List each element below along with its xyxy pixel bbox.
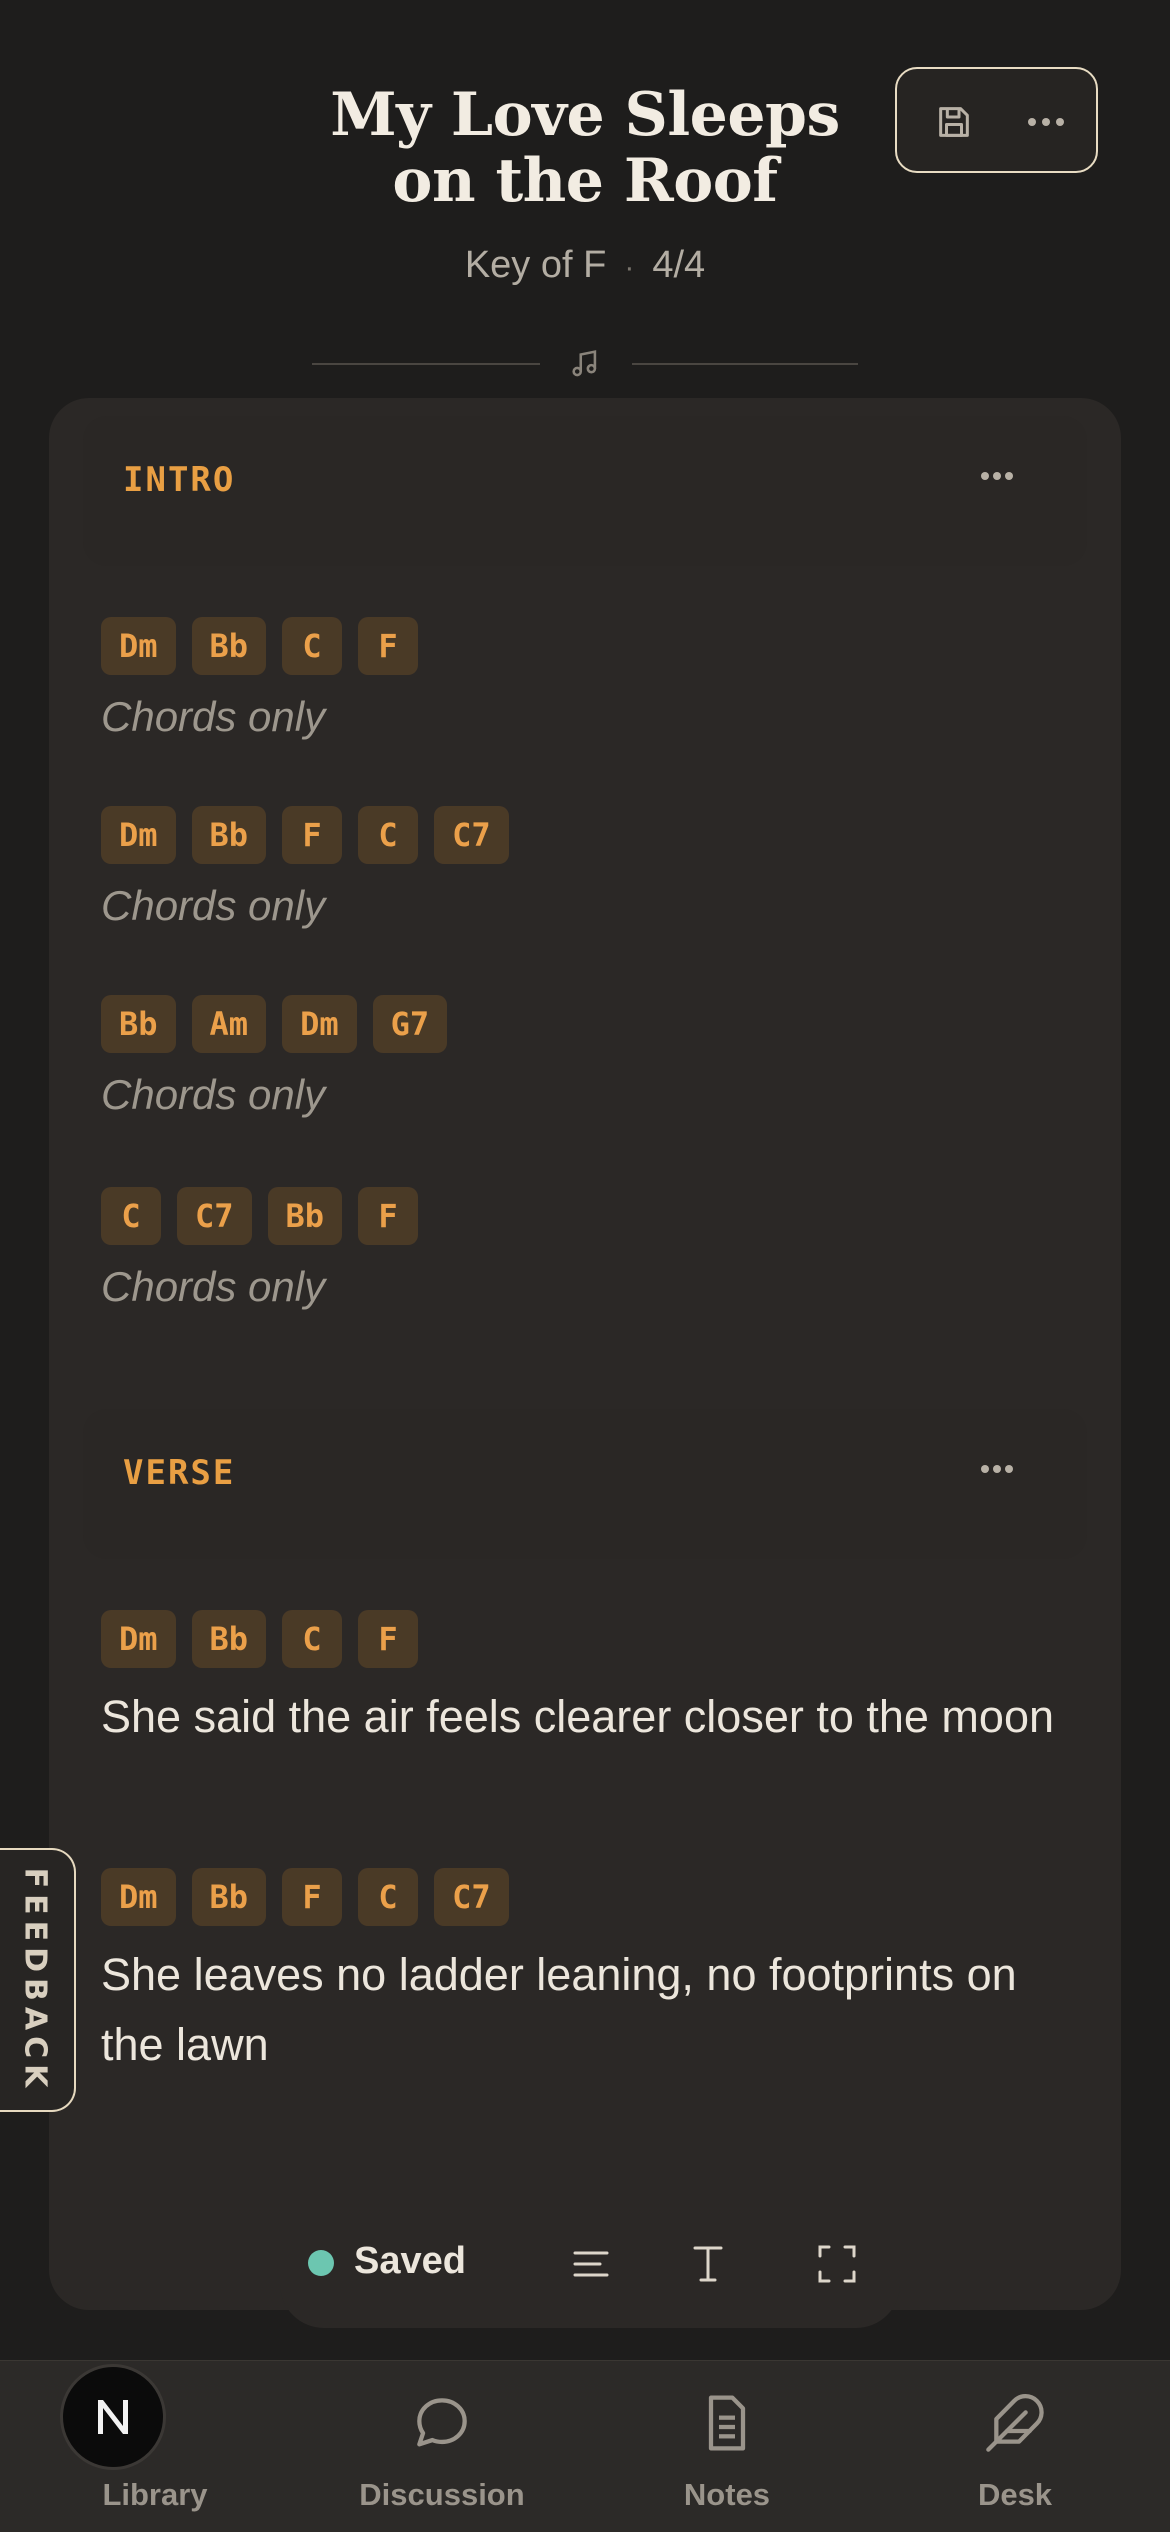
section-header-verse: VERSE (83, 1409, 1087, 1559)
section-label: INTRO (123, 460, 236, 500)
chord-chip[interactable]: C7 (434, 806, 509, 864)
chord-chip[interactable]: Am (191, 995, 267, 1053)
song-title: My Love Sleeps on the Roof (235, 82, 935, 214)
nav-label: Notes (683, 2477, 771, 2512)
nav-notes[interactable]: Notes (597, 2361, 857, 2532)
section-more-icon[interactable] (967, 456, 1027, 496)
chord-chip[interactable]: F (358, 1187, 419, 1245)
chord-row: Dm Bb F C C7 (101, 806, 1081, 864)
feather-icon (986, 2394, 1044, 2452)
chord-chip[interactable]: C (358, 806, 419, 864)
text-style-button[interactable] (676, 2232, 740, 2296)
chord-chip[interactable]: C (282, 617, 343, 675)
nav-label: Discussion (359, 2477, 525, 2512)
chord-chip[interactable]: Bb (101, 995, 176, 1053)
chord-row: Dm Bb C F (101, 1610, 1081, 1668)
section-label: VERSE (123, 1453, 236, 1493)
chord-chip[interactable]: G7 (372, 995, 448, 1053)
chord-chip[interactable]: Dm (101, 617, 176, 675)
chord-chip[interactable]: F (282, 806, 343, 864)
chord-row: Bb Am Dm G7 (101, 995, 1081, 1053)
chord-row: Dm Bb F C C7 (101, 1868, 1081, 1926)
chord-chip[interactable]: F (282, 1868, 343, 1926)
song-title-line2: on the Roof (392, 146, 778, 216)
music-note-icon (572, 350, 597, 377)
song-line: C C7 Bb F Chords only (101, 1187, 1081, 1315)
n-logo-icon (98, 2400, 128, 2434)
nav-label: Library (102, 2477, 208, 2512)
lyric-placeholder[interactable]: Chords only (101, 1067, 1081, 1123)
chord-chip[interactable]: Bb (191, 1868, 267, 1926)
meta-separator: · (624, 251, 635, 284)
chord-chip[interactable]: Bb (191, 617, 267, 675)
chord-chip[interactable]: Bb (191, 1610, 267, 1668)
chord-chip[interactable]: Dm (101, 1868, 176, 1926)
feedback-label: FEEDBACK (17, 1867, 53, 2093)
editor-toolbar: Saved (280, 2210, 900, 2328)
app-logo-button[interactable] (60, 2364, 166, 2470)
section-header-intro: INTRO (83, 416, 1087, 566)
chat-bubble-icon (417, 2398, 467, 2447)
song-line: Dm Bb C F She said the air feels clearer… (101, 1610, 1081, 1752)
chord-chip[interactable]: Bb (191, 806, 267, 864)
lyric-placeholder[interactable]: Chords only (101, 689, 1081, 745)
lyric-placeholder[interactable]: Chords only (101, 878, 1081, 934)
bottom-nav: Library Discussion Notes Desk (0, 2360, 1170, 2532)
document-icon (708, 2395, 746, 2451)
chord-chip[interactable]: Bb (267, 1187, 343, 1245)
fullscreen-button[interactable] (805, 2232, 869, 2296)
chord-row: C C7 Bb F (101, 1187, 1081, 1245)
chord-chip[interactable]: C (101, 1187, 161, 1245)
time-signature: 4/4 (652, 244, 706, 286)
chord-chip[interactable]: C (282, 1610, 343, 1668)
header-actions (895, 67, 1098, 173)
song-header: My Love Sleeps on the Roof Key of F · 4/4 (0, 0, 1170, 400)
song-line: Dm Bb C F Chords only (101, 617, 1081, 745)
chord-chip[interactable]: C7 (434, 1868, 509, 1926)
song-line: Dm Bb F C C7 She leaves no ladder leanin… (101, 1868, 1081, 2080)
fullscreen-icon (818, 2245, 856, 2283)
nav-desk[interactable]: Desk (885, 2361, 1145, 2532)
song-line: Bb Am Dm G7 Chords only (101, 995, 1081, 1123)
chord-chip[interactable]: C (358, 1868, 419, 1926)
song-sheet: INTRO Dm Bb C F Chords only Dm Bb F C C7… (49, 398, 1121, 2310)
song-key: Key of F (464, 244, 607, 286)
chord-chip[interactable]: C7 (177, 1187, 252, 1245)
saved-status-dot (308, 2250, 334, 2276)
saved-status: Saved (354, 2240, 466, 2282)
header-divider (0, 340, 1170, 390)
chord-chip[interactable]: Dm (101, 806, 176, 864)
chord-chip[interactable]: Dm (101, 1610, 176, 1668)
save-button[interactable] (919, 87, 989, 157)
nav-label: Desk (977, 2477, 1053, 2512)
text-cursor-icon (693, 2246, 723, 2282)
align-button[interactable] (559, 2232, 623, 2296)
lyric-text[interactable]: She said the air feels clearer closer to… (101, 1682, 1061, 1752)
chord-chip[interactable]: Dm (282, 995, 357, 1053)
ellipsis-icon (1028, 118, 1064, 126)
more-options-button[interactable] (1011, 87, 1081, 157)
chord-chip[interactable]: F (358, 617, 419, 675)
floppy-disk-icon (939, 107, 969, 137)
song-line: Dm Bb F C C7 Chords only (101, 806, 1081, 934)
nav-discussion[interactable]: Discussion (312, 2361, 572, 2532)
section-more-icon[interactable] (967, 1449, 1027, 1489)
song-meta: Key of F · 4/4 (0, 244, 1170, 287)
lyric-placeholder[interactable]: Chords only (101, 1259, 1081, 1315)
align-left-icon (573, 2251, 609, 2277)
lyric-text[interactable]: She leaves no ladder leaning, no footpri… (101, 1940, 1061, 2080)
chord-chip[interactable]: F (358, 1610, 419, 1668)
feedback-tab[interactable]: FEEDBACK (0, 1848, 76, 2112)
song-title-line1: My Love Sleeps (330, 80, 840, 150)
chord-row: Dm Bb C F (101, 617, 1081, 675)
